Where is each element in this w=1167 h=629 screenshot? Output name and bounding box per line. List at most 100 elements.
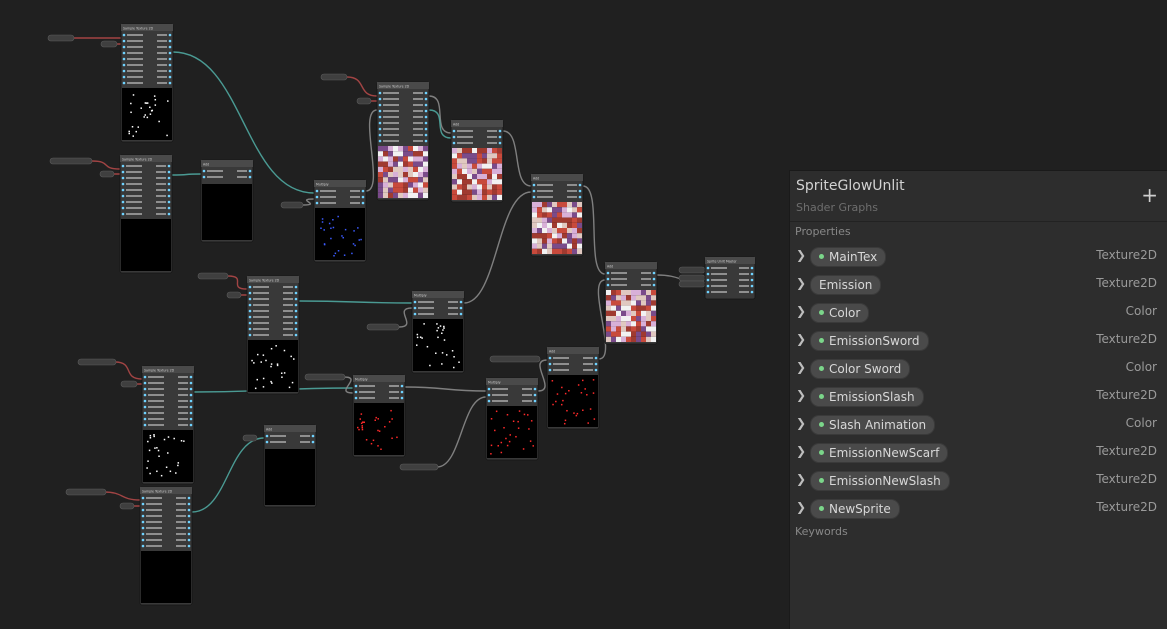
input-port-icon[interactable] (143, 399, 147, 403)
property-node-pill[interactable] (226, 291, 242, 299)
output-port-icon[interactable] (189, 387, 193, 391)
input-port-icon[interactable] (143, 381, 147, 385)
property-node-pill[interactable] (197, 272, 229, 280)
property-row[interactable]: ❯ MainTex Texture2D (790, 245, 1167, 267)
output-port-icon[interactable] (424, 91, 428, 95)
output-port-icon[interactable] (168, 69, 172, 73)
input-port-icon[interactable] (121, 212, 125, 216)
input-port-icon[interactable] (248, 333, 252, 337)
output-port-icon[interactable] (187, 520, 191, 524)
output-port-icon[interactable] (167, 212, 171, 216)
output-port-icon[interactable] (187, 526, 191, 530)
input-port-icon[interactable] (122, 75, 126, 79)
input-port-icon[interactable] (248, 327, 252, 331)
input-port-icon[interactable] (413, 312, 417, 316)
input-port-icon[interactable] (315, 189, 319, 193)
input-port-icon[interactable] (143, 405, 147, 409)
output-port-icon[interactable] (594, 356, 598, 360)
property-pill[interactable]: EmissionSlash (810, 387, 924, 407)
output-port-icon[interactable] (750, 278, 754, 282)
property-node-pill[interactable] (49, 157, 93, 165)
input-port-icon[interactable] (548, 356, 552, 360)
output-port-icon[interactable] (187, 496, 191, 500)
input-port-icon[interactable] (141, 508, 145, 512)
input-port-icon[interactable] (378, 127, 382, 131)
output-port-icon[interactable] (189, 423, 193, 427)
input-port-icon[interactable] (265, 440, 269, 444)
input-port-icon[interactable] (487, 387, 491, 391)
input-port-icon[interactable] (122, 63, 126, 67)
property-row[interactable]: ❯ Emission Texture2D (790, 273, 1167, 295)
input-port-icon[interactable] (378, 139, 382, 143)
input-port-icon[interactable] (122, 81, 126, 85)
input-port-icon[interactable] (248, 297, 252, 301)
output-port-icon[interactable] (294, 309, 298, 313)
chevron-right-icon[interactable]: ❯ (796, 444, 806, 458)
output-port-icon[interactable] (578, 183, 582, 187)
output-port-icon[interactable] (533, 387, 537, 391)
property-node-pill[interactable] (242, 434, 258, 442)
input-port-icon[interactable] (532, 195, 536, 199)
property-pill[interactable]: MainTex (810, 247, 887, 267)
output-port-icon[interactable] (187, 544, 191, 548)
output-port-icon[interactable] (533, 399, 537, 403)
input-port-icon[interactable] (315, 201, 319, 205)
property-node-pill[interactable] (304, 373, 346, 381)
input-port-icon[interactable] (121, 188, 125, 192)
input-port-icon[interactable] (532, 183, 536, 187)
output-port-icon[interactable] (168, 33, 172, 37)
output-port-icon[interactable] (311, 440, 315, 444)
input-port-icon[interactable] (606, 271, 610, 275)
output-port-icon[interactable] (533, 393, 537, 397)
property-row[interactable]: ❯ EmissionSlash Texture2D (790, 385, 1167, 407)
chevron-right-icon[interactable]: ❯ (796, 472, 806, 486)
input-port-icon[interactable] (141, 532, 145, 536)
add-property-button[interactable]: + (1141, 185, 1158, 205)
output-port-icon[interactable] (168, 45, 172, 49)
output-port-icon[interactable] (498, 129, 502, 133)
property-node-pill[interactable] (99, 170, 115, 178)
output-port-icon[interactable] (187, 508, 191, 512)
input-port-icon[interactable] (121, 182, 125, 186)
input-port-icon[interactable] (378, 133, 382, 137)
input-port-icon[interactable] (143, 375, 147, 379)
property-node-pill[interactable] (320, 73, 348, 81)
output-port-icon[interactable] (167, 182, 171, 186)
property-node-pill[interactable] (47, 34, 75, 42)
input-port-icon[interactable] (121, 206, 125, 210)
property-node-pill[interactable] (77, 358, 117, 366)
output-port-icon[interactable] (248, 175, 252, 179)
property-row[interactable]: ❯ EmissionNewScarf Texture2D (790, 441, 1167, 463)
output-port-icon[interactable] (400, 390, 404, 394)
output-port-icon[interactable] (189, 405, 193, 409)
input-port-icon[interactable] (248, 309, 252, 313)
input-port-icon[interactable] (413, 300, 417, 304)
input-port-icon[interactable] (122, 33, 126, 37)
property-pill[interactable]: Slash Animation (810, 415, 936, 435)
input-port-icon[interactable] (452, 135, 456, 139)
input-port-icon[interactable] (122, 51, 126, 55)
input-port-icon[interactable] (143, 393, 147, 397)
input-port-icon[interactable] (378, 103, 382, 107)
output-port-icon[interactable] (424, 121, 428, 125)
chevron-right-icon[interactable]: ❯ (796, 500, 806, 514)
input-port-icon[interactable] (121, 176, 125, 180)
input-port-icon[interactable] (706, 278, 710, 282)
output-port-icon[interactable] (167, 206, 171, 210)
input-port-icon[interactable] (378, 115, 382, 119)
chevron-right-icon[interactable]: ❯ (796, 388, 806, 402)
output-port-icon[interactable] (750, 266, 754, 270)
output-port-icon[interactable] (168, 51, 172, 55)
output-port-icon[interactable] (168, 63, 172, 67)
output-port-icon[interactable] (168, 81, 172, 85)
input-port-icon[interactable] (141, 538, 145, 542)
output-port-icon[interactable] (498, 135, 502, 139)
property-row[interactable]: ❯ EmissionNewSlash Texture2D (790, 469, 1167, 491)
output-port-icon[interactable] (459, 312, 463, 316)
output-port-icon[interactable] (294, 291, 298, 295)
output-port-icon[interactable] (424, 127, 428, 131)
input-port-icon[interactable] (452, 141, 456, 145)
input-port-icon[interactable] (248, 285, 252, 289)
output-port-icon[interactable] (168, 57, 172, 61)
output-port-icon[interactable] (459, 300, 463, 304)
